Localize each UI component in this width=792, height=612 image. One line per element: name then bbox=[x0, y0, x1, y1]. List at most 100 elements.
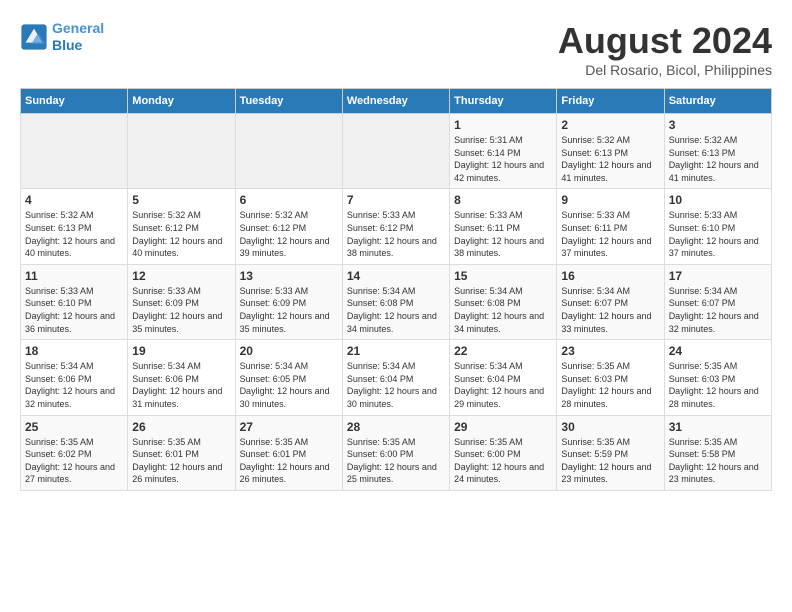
day-info: Sunrise: 5:34 AM Sunset: 6:07 PM Dayligh… bbox=[561, 285, 659, 335]
calendar-cell bbox=[128, 114, 235, 189]
calendar-cell: 28 Sunrise: 5:35 AM Sunset: 6:00 PM Dayli… bbox=[342, 415, 449, 490]
day-info: Sunrise: 5:34 AM Sunset: 6:08 PM Dayligh… bbox=[347, 285, 445, 335]
calendar-cell: 20Sunrise: 5:34 AM Sunset: 6:05 PM Dayli… bbox=[235, 340, 342, 415]
day-number: 9 bbox=[561, 193, 659, 207]
calendar-week-row: 25Sunrise: 5:35 AM Sunset: 6:02 PM Dayli… bbox=[21, 415, 772, 490]
logo: General Blue bbox=[20, 20, 104, 54]
day-info: Sunrise: 5:34 AM Sunset: 6:04 PM Dayligh… bbox=[454, 360, 552, 410]
day-info: Sunrise: 5:35 AM Sunset: 6:01 PM Dayligh… bbox=[240, 436, 338, 486]
day-info: Sunrise: 5:35 AM Sunset: 5:58 PM Dayligh… bbox=[669, 436, 767, 486]
day-info: Sunrise: 5:33 AM Sunset: 6:11 PM Dayligh… bbox=[561, 209, 659, 259]
day-number: 10 bbox=[669, 193, 767, 207]
day-number: 18 bbox=[25, 344, 123, 358]
day-info: Sunrise: 5:32 AM Sunset: 6:13 PM Dayligh… bbox=[561, 134, 659, 184]
calendar-cell: 3Sunrise: 5:32 AM Sunset: 6:13 PM Daylig… bbox=[664, 114, 771, 189]
calendar-cell: 14Sunrise: 5:34 AM Sunset: 6:08 PM Dayli… bbox=[342, 264, 449, 339]
day-number: 5 bbox=[132, 193, 230, 207]
calendar-week-row: 4 Sunrise: 5:32 AM Sunset: 6:13 PM Daylig… bbox=[21, 189, 772, 264]
day-number: 17 bbox=[669, 269, 767, 283]
weekday-header: Monday bbox=[128, 89, 235, 114]
day-number: 21 bbox=[347, 344, 445, 358]
calendar-cell: 25Sunrise: 5:35 AM Sunset: 6:02 PM Dayli… bbox=[21, 415, 128, 490]
weekday-header: Tuesday bbox=[235, 89, 342, 114]
day-info: Sunrise: 5:33 AM Sunset: 6:10 PM Dayligh… bbox=[25, 285, 123, 335]
calendar-week-row: 11 Sunrise: 5:33 AM Sunset: 6:10 PM Dayli… bbox=[21, 264, 772, 339]
day-number: 6 bbox=[240, 193, 338, 207]
day-info: Sunrise: 5:34 AM Sunset: 6:05 PM Dayligh… bbox=[240, 360, 338, 410]
day-number: 12 bbox=[132, 269, 230, 283]
day-number: 1 bbox=[454, 118, 552, 132]
day-info: Sunrise: 5:34 AM Sunset: 6:07 PM Dayligh… bbox=[669, 285, 767, 335]
day-number: 26 bbox=[132, 420, 230, 434]
day-info: Sunrise: 5:33 AM Sunset: 6:11 PM Dayligh… bbox=[454, 209, 552, 259]
day-info: Sunrise: 5:34 AM Sunset: 6:06 PM Dayligh… bbox=[132, 360, 230, 410]
calendar-cell: 27 Sunrise: 5:35 AM Sunset: 6:01 PM Dayli… bbox=[235, 415, 342, 490]
page-header: General Blue August 2024 Del Rosario, Bi… bbox=[20, 20, 772, 78]
day-info: Sunrise: 5:33 AM Sunset: 6:09 PM Dayligh… bbox=[240, 285, 338, 335]
day-number: 11 bbox=[25, 269, 123, 283]
calendar-cell: 1 Sunrise: 5:31 AM Sunset: 6:14 PM Daylig… bbox=[450, 114, 557, 189]
calendar-cell: 26 Sunrise: 5:35 AM Sunset: 6:01 PM Dayli… bbox=[128, 415, 235, 490]
calendar-cell: 24Sunrise: 5:35 AM Sunset: 6:03 PM Dayli… bbox=[664, 340, 771, 415]
day-info: Sunrise: 5:34 AM Sunset: 6:04 PM Dayligh… bbox=[347, 360, 445, 410]
weekday-header: Sunday bbox=[21, 89, 128, 114]
calendar-cell: 31 Sunrise: 5:35 AM Sunset: 5:58 PM Dayli… bbox=[664, 415, 771, 490]
calendar-cell: 5 Sunrise: 5:32 AM Sunset: 6:12 PM Daylig… bbox=[128, 189, 235, 264]
calendar-cell: 6 Sunrise: 5:32 AM Sunset: 6:12 PM Daylig… bbox=[235, 189, 342, 264]
calendar-cell: 9 Sunrise: 5:33 AM Sunset: 6:11 PM Daylig… bbox=[557, 189, 664, 264]
day-number: 30 bbox=[561, 420, 659, 434]
calendar-cell: 8 Sunrise: 5:33 AM Sunset: 6:11 PM Daylig… bbox=[450, 189, 557, 264]
calendar-cell: 30 Sunrise: 5:35 AM Sunset: 5:59 PM Dayli… bbox=[557, 415, 664, 490]
day-number: 23 bbox=[561, 344, 659, 358]
calendar-week-row: 18 Sunrise: 5:34 AM Sunset: 6:06 PM Dayli… bbox=[21, 340, 772, 415]
day-number: 27 bbox=[240, 420, 338, 434]
day-info: Sunrise: 5:33 AM Sunset: 6:10 PM Dayligh… bbox=[669, 209, 767, 259]
weekday-header: Saturday bbox=[664, 89, 771, 114]
calendar-table: SundayMondayTuesdayWednesdayThursdayFrid… bbox=[20, 88, 772, 491]
calendar-cell bbox=[21, 114, 128, 189]
day-number: 29 bbox=[454, 420, 552, 434]
weekday-header: Wednesday bbox=[342, 89, 449, 114]
day-info: Sunrise: 5:35 AM Sunset: 6:00 PM Dayligh… bbox=[347, 436, 445, 486]
calendar-cell bbox=[235, 114, 342, 189]
day-info: Sunrise: 5:32 AM Sunset: 6:13 PM Dayligh… bbox=[25, 209, 123, 259]
day-number: 31 bbox=[669, 420, 767, 434]
calendar-cell bbox=[342, 114, 449, 189]
calendar-cell: 22 Sunrise: 5:34 AM Sunset: 6:04 PM Dayli… bbox=[450, 340, 557, 415]
day-number: 25 bbox=[25, 420, 123, 434]
day-info: Sunrise: 5:34 AM Sunset: 6:08 PM Dayligh… bbox=[454, 285, 552, 335]
calendar-cell: 2Sunrise: 5:32 AM Sunset: 6:13 PM Daylig… bbox=[557, 114, 664, 189]
day-info: Sunrise: 5:32 AM Sunset: 6:12 PM Dayligh… bbox=[132, 209, 230, 259]
day-number: 19 bbox=[132, 344, 230, 358]
day-number: 7 bbox=[347, 193, 445, 207]
calendar-cell: 11 Sunrise: 5:33 AM Sunset: 6:10 PM Dayli… bbox=[21, 264, 128, 339]
calendar-cell: 21 Sunrise: 5:34 AM Sunset: 6:04 PM Dayli… bbox=[342, 340, 449, 415]
calendar-cell: 19 Sunrise: 5:34 AM Sunset: 6:06 PM Dayli… bbox=[128, 340, 235, 415]
day-info: Sunrise: 5:35 AM Sunset: 5:59 PM Dayligh… bbox=[561, 436, 659, 486]
day-info: Sunrise: 5:35 AM Sunset: 6:03 PM Dayligh… bbox=[669, 360, 767, 410]
calendar-cell: 7 Sunrise: 5:33 AM Sunset: 6:12 PM Daylig… bbox=[342, 189, 449, 264]
calendar-week-row: 1 Sunrise: 5:31 AM Sunset: 6:14 PM Daylig… bbox=[21, 114, 772, 189]
day-info: Sunrise: 5:34 AM Sunset: 6:06 PM Dayligh… bbox=[25, 360, 123, 410]
calendar-cell: 12 Sunrise: 5:33 AM Sunset: 6:09 PM Dayli… bbox=[128, 264, 235, 339]
calendar-cell: 17 Sunrise: 5:34 AM Sunset: 6:07 PM Dayli… bbox=[664, 264, 771, 339]
day-number: 22 bbox=[454, 344, 552, 358]
day-info: Sunrise: 5:35 AM Sunset: 6:00 PM Dayligh… bbox=[454, 436, 552, 486]
day-info: Sunrise: 5:35 AM Sunset: 6:01 PM Dayligh… bbox=[132, 436, 230, 486]
calendar-cell: 16 Sunrise: 5:34 AM Sunset: 6:07 PM Dayli… bbox=[557, 264, 664, 339]
day-info: Sunrise: 5:31 AM Sunset: 6:14 PM Dayligh… bbox=[454, 134, 552, 184]
calendar-cell: 4 Sunrise: 5:32 AM Sunset: 6:13 PM Daylig… bbox=[21, 189, 128, 264]
calendar-cell: 29 Sunrise: 5:35 AM Sunset: 6:00 PM Dayli… bbox=[450, 415, 557, 490]
day-number: 28 bbox=[347, 420, 445, 434]
day-number: 8 bbox=[454, 193, 552, 207]
day-info: Sunrise: 5:33 AM Sunset: 6:12 PM Dayligh… bbox=[347, 209, 445, 259]
calendar-cell: 18 Sunrise: 5:34 AM Sunset: 6:06 PM Dayli… bbox=[21, 340, 128, 415]
calendar-cell: 10 Sunrise: 5:33 AM Sunset: 6:10 PM Dayli… bbox=[664, 189, 771, 264]
day-info: Sunrise: 5:32 AM Sunset: 6:12 PM Dayligh… bbox=[240, 209, 338, 259]
day-number: 16 bbox=[561, 269, 659, 283]
day-info: Sunrise: 5:33 AM Sunset: 6:09 PM Dayligh… bbox=[132, 285, 230, 335]
day-number: 15 bbox=[454, 269, 552, 283]
day-info: Sunrise: 5:32 AM Sunset: 6:13 PM Dayligh… bbox=[669, 134, 767, 184]
day-number: 4 bbox=[25, 193, 123, 207]
logo-icon bbox=[20, 23, 48, 51]
